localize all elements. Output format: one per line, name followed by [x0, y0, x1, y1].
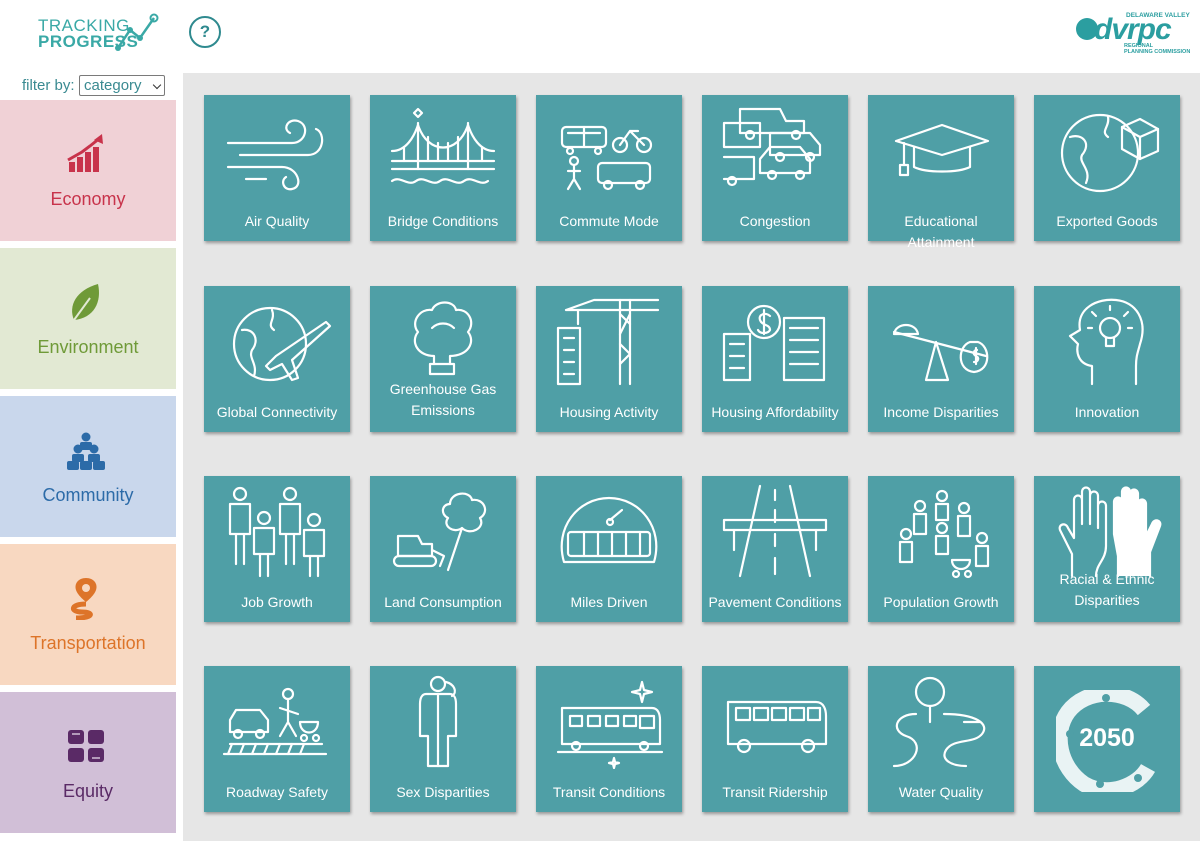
tile-income-disparities[interactable]: Income Disparities — [868, 286, 1014, 432]
globe-plane-icon — [232, 306, 332, 382]
tile-label: Income Disparities — [883, 404, 999, 420]
tile-label: Water Quality — [898, 784, 984, 800]
chart-arrow-icon — [67, 134, 103, 172]
bridge-icon — [390, 107, 496, 184]
tile-educational-attainment[interactable]: Educational Attainment — [868, 95, 1014, 250]
tile-label: Job Growth — [241, 594, 313, 610]
traffic-cars-icon — [722, 107, 822, 187]
tile-miles-driven[interactable]: Miles Driven — [536, 476, 682, 622]
category-label: Economy — [50, 189, 126, 209]
category-environment[interactable]: Environment — [0, 248, 176, 389]
badge-text: 2050 — [1079, 724, 1135, 752]
tile-air-quality[interactable]: Air Quality — [204, 95, 350, 241]
head-lightbulb-icon — [1068, 298, 1144, 386]
tile-greenhouse-gas-emissions[interactable]: Greenhouse Gas Emissions — [370, 286, 516, 432]
category-label: Environment — [37, 337, 139, 357]
tile-label: Educational Attainment — [904, 213, 978, 250]
crane-icon — [556, 298, 660, 386]
smokestack-icon — [413, 301, 473, 376]
tile-label: Global Connectivity — [216, 404, 338, 420]
workers-icon — [228, 486, 326, 578]
crosswalk-icon — [222, 687, 328, 756]
tracking-progress-logo[interactable]: TRACKING PROGRESS — [38, 12, 168, 52]
tile-label: Housing Activity — [559, 404, 659, 420]
tile-congestion[interactable]: Congestion — [702, 95, 848, 241]
seesaw-icon — [892, 323, 989, 382]
tile-label: Transit Conditions — [552, 784, 666, 800]
category-community[interactable]: Community — [0, 396, 176, 537]
tile-label: Commute Mode — [559, 213, 659, 229]
tile-label: Exported Goods — [1056, 213, 1158, 229]
tile-roadway-safety[interactable]: Roadway Safety — [204, 666, 350, 812]
tile-label: Innovation — [1074, 404, 1140, 420]
tile-pavement-conditions[interactable]: Pavement Conditions — [702, 476, 848, 622]
joined-hands-icon — [68, 730, 104, 762]
dvrpc-logo[interactable]: DELAWARE VALLEY dvrpc REGIONAL PLANNING … — [1074, 12, 1190, 55]
tile-water-quality[interactable]: Water Quality — [868, 666, 1014, 812]
commute-icon — [560, 125, 653, 191]
category-transportation[interactable]: Transportation — [0, 544, 176, 685]
tile-label: Housing Affordability — [711, 404, 839, 420]
category-label: Equity — [62, 781, 114, 801]
tile-population-growth[interactable]: Population Growth — [868, 476, 1014, 622]
org-sub-line2: PLANNING COMMISSION — [1124, 49, 1191, 55]
tile-label: Land Consumption — [384, 594, 502, 610]
header: TRACKING PROGRESS ? DELAWARE VALLEY dvrp… — [0, 0, 1200, 72]
category-equity[interactable]: Equity — [0, 692, 176, 833]
river-tree-icon — [892, 676, 986, 768]
tile-job-growth[interactable]: Job Growth — [204, 476, 350, 622]
tile-label: Bridge Conditions — [387, 213, 499, 229]
category-label: Community — [42, 485, 134, 505]
bus-icon — [726, 700, 828, 754]
location-route-icon — [71, 578, 97, 620]
indicator-grid: Air Quality Bridge Conditions Commute Mo… — [183, 73, 1200, 841]
org-name: dvrpc — [1094, 13, 1172, 46]
globe-box-icon — [1060, 113, 1160, 193]
wind-icon — [226, 119, 324, 191]
tile-exported-goods[interactable]: Exported Goods — [1034, 95, 1180, 241]
tile-label: Air Quality — [244, 213, 310, 229]
category-label: Transportation — [30, 633, 146, 653]
gender-icon — [418, 675, 458, 768]
tile-2050-plan[interactable]: 2050 — [1034, 666, 1180, 812]
filter-label: filter by: — [22, 77, 75, 94]
tile-housing-activity[interactable]: Housing Activity — [536, 286, 682, 432]
people-pyramid-icon — [67, 432, 105, 470]
odometer-icon — [560, 496, 658, 564]
raised-hands-icon — [1058, 486, 1162, 578]
tile-bridge-conditions[interactable]: Bridge Conditions — [370, 95, 516, 241]
dollar-buildings-icon — [722, 304, 826, 382]
chevron-down-icon — [152, 80, 162, 90]
family-icon — [898, 489, 990, 579]
tile-label: Pavement Conditions — [708, 594, 842, 610]
tile-label: Transit Ridership — [722, 784, 828, 800]
tile-land-consumption[interactable]: Land Consumption — [370, 476, 516, 622]
bulldozer-tree-icon — [392, 492, 487, 572]
tile-innovation[interactable]: Innovation — [1034, 286, 1180, 432]
help-button[interactable]: ? — [189, 16, 221, 48]
tile-label: Roadway Safety — [226, 784, 328, 800]
highway-icon — [722, 484, 828, 578]
tile-label: Racial & Ethnic Disparities — [1059, 571, 1155, 608]
tile-global-connectivity[interactable]: Global Connectivity — [204, 286, 350, 432]
category-economy[interactable]: Economy — [0, 100, 176, 241]
tile-transit-conditions[interactable]: Transit Conditions — [536, 666, 682, 812]
graduation-cap-icon — [894, 123, 990, 177]
filter-selected-value: category — [84, 77, 142, 94]
filter-select[interactable]: category — [79, 75, 165, 96]
trend-line-icon — [115, 13, 159, 51]
tile-label: Sex Disparities — [396, 784, 490, 800]
tile-commute-mode[interactable]: Commute Mode — [536, 95, 682, 241]
tile-label: Population Growth — [883, 594, 999, 610]
tile-sex-disparities[interactable]: Sex Disparities — [370, 666, 516, 812]
tile-transit-ridership[interactable]: Transit Ridership — [702, 666, 848, 812]
train-sparkle-icon — [556, 680, 664, 769]
tile-label: Greenhouse Gas Emissions — [389, 381, 497, 418]
tile-label: Congestion — [739, 213, 811, 229]
tile-label: Miles Driven — [570, 594, 648, 610]
leaf-icon — [72, 284, 99, 321]
tile-racial-ethnic-disparities[interactable]: Racial & Ethnic Disparities — [1034, 476, 1180, 622]
tile-housing-affordability[interactable]: Housing Affordability — [702, 286, 848, 432]
